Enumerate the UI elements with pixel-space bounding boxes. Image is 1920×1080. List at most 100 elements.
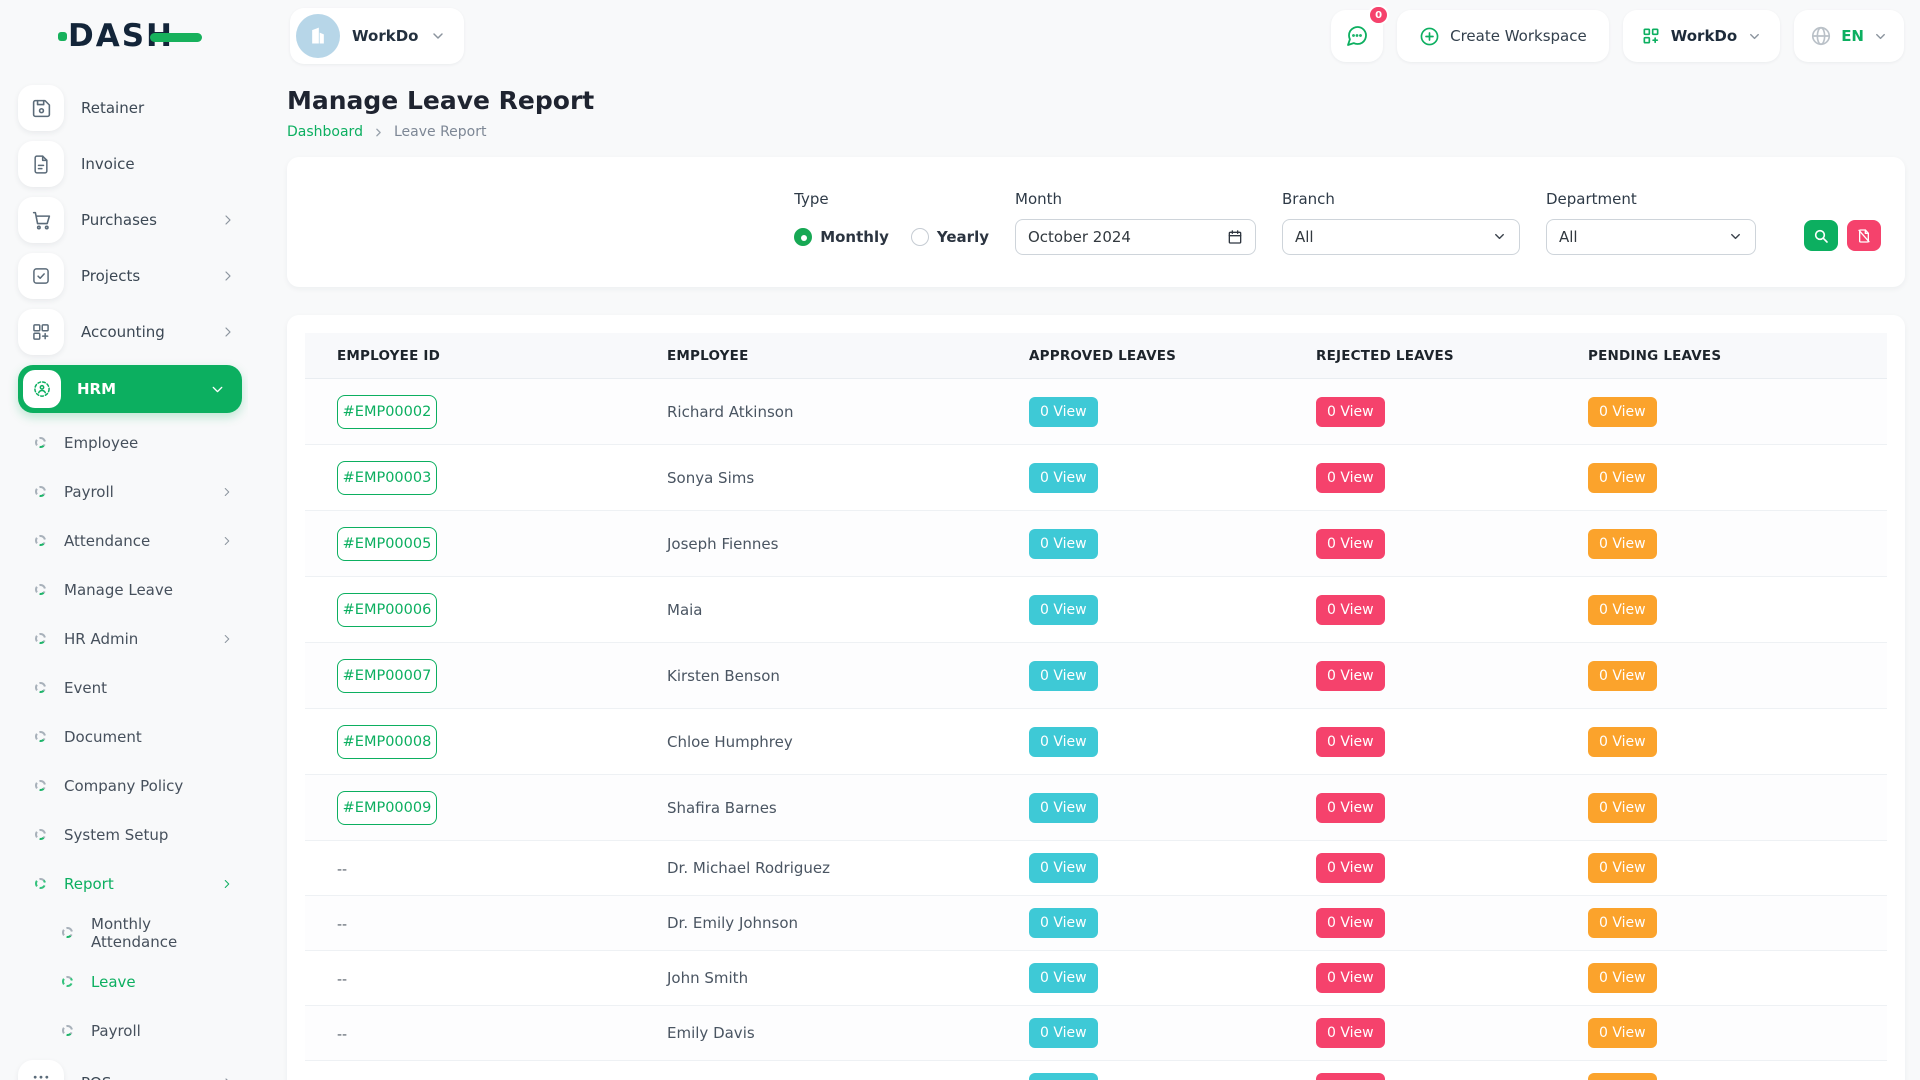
- rejected-leaves-view-badge[interactable]: 0 View: [1316, 397, 1385, 427]
- sidebar-subitem-company-policy[interactable]: Company Policy: [18, 761, 248, 810]
- chevron-down-icon: [1873, 29, 1888, 44]
- language-selector[interactable]: EN: [1794, 10, 1904, 62]
- rejected-leaves-view-badge[interactable]: 0 View: [1316, 853, 1385, 883]
- chevron-right-icon: [220, 485, 234, 499]
- approved-leaves-view-badge[interactable]: 0 View: [1029, 397, 1098, 427]
- sidebar-subitem-manage-leave[interactable]: Manage Leave: [18, 565, 248, 614]
- radio-yearly[interactable]: Yearly: [911, 228, 989, 246]
- search-button[interactable]: [1804, 220, 1838, 251]
- rejected-leaves-view-badge[interactable]: 0 View: [1316, 595, 1385, 625]
- sidebar-subitem-employee[interactable]: Employee: [18, 418, 248, 467]
- sidebar-subsubitem-monthly-attendance[interactable]: Monthly Attendance: [18, 908, 248, 957]
- sidebar-subitem-attendance[interactable]: Attendance: [18, 516, 248, 565]
- rejected-leaves-view-badge[interactable]: 0 View: [1316, 1018, 1385, 1048]
- pending-leaves-view-badge[interactable]: 0 View: [1588, 793, 1657, 823]
- sidebar-subitem-payroll[interactable]: Payroll: [18, 467, 248, 516]
- table-row: #EMP00005 Joseph Fiennes 0 View 0 View 0…: [305, 511, 1887, 577]
- pending-leaves-view-badge[interactable]: 0 View: [1588, 908, 1657, 938]
- sidebar-item-invoice[interactable]: Invoice: [18, 136, 248, 192]
- employee-id-badge[interactable]: #EMP00003: [337, 461, 437, 495]
- approved-leaves-view-badge[interactable]: 0 View: [1029, 463, 1098, 493]
- approved-leaves-view-badge[interactable]: 0 View: [1029, 908, 1098, 938]
- employee-name: Dr. Michael Rodriguez: [667, 859, 1029, 877]
- floppy-icon: [18, 85, 64, 131]
- dashed-ring-icon: [35, 437, 46, 448]
- topbar: DASH WorkDo 0: [0, 0, 1920, 72]
- approved-leaves-view-badge[interactable]: 0 View: [1029, 853, 1098, 883]
- sidebar-item-projects[interactable]: Projects: [18, 248, 248, 304]
- approved-leaves-view-badge[interactable]: 0 View: [1029, 661, 1098, 691]
- approved-leaves-view-badge[interactable]: 0 View: [1029, 727, 1098, 757]
- rejected-leaves-view-badge[interactable]: 0 View: [1316, 463, 1385, 493]
- export-off-button[interactable]: [1847, 220, 1881, 251]
- employee-id-badge[interactable]: #EMP00008: [337, 725, 437, 759]
- chevron-down-icon: [1728, 229, 1743, 244]
- employee-id-badge[interactable]: #EMP00002: [337, 395, 437, 429]
- approved-leaves-view-badge[interactable]: 0 View: [1029, 1073, 1098, 1080]
- workspace-dropdown-label: WorkDo: [1671, 27, 1737, 45]
- workspace-selector[interactable]: WorkDo: [290, 8, 464, 64]
- logo-accent-dot: [58, 32, 67, 41]
- app-logo[interactable]: DASH: [68, 18, 174, 54]
- sidebar: Retainer Invoice Purchases Projects Acco…: [0, 72, 248, 1080]
- rejected-leaves-view-badge[interactable]: 0 View: [1316, 793, 1385, 823]
- rejected-leaves-view-badge[interactable]: 0 View: [1316, 908, 1385, 938]
- chevron-down-icon: [1492, 229, 1507, 244]
- breadcrumb-current: Leave Report: [394, 124, 487, 140]
- main-content: Manage Leave Report Dashboard Leave Repo…: [248, 72, 1920, 1080]
- department-select[interactable]: All: [1546, 219, 1756, 255]
- rejected-leaves-view-badge[interactable]: 0 View: [1316, 963, 1385, 993]
- pending-leaves-view-badge[interactable]: 0 View: [1588, 1018, 1657, 1048]
- sidebar-subitem-event[interactable]: Event: [18, 663, 248, 712]
- sidebar-item-pos[interactable]: POS: [18, 1055, 248, 1080]
- employee-id-badge[interactable]: #EMP00007: [337, 659, 437, 693]
- employee-id-badge[interactable]: #EMP00006: [337, 593, 437, 627]
- radio-yearly-dot[interactable]: [911, 228, 929, 246]
- sidebar-subitem-document[interactable]: Document: [18, 712, 248, 761]
- sidebar-item-purchases[interactable]: Purchases: [18, 192, 248, 248]
- sidebar-item-accounting[interactable]: Accounting: [18, 304, 248, 360]
- messages-button[interactable]: 0: [1331, 10, 1383, 62]
- create-workspace-button[interactable]: Create Workspace: [1397, 10, 1609, 62]
- workspace-dropdown[interactable]: WorkDo: [1623, 10, 1780, 62]
- cart-icon: [18, 197, 64, 243]
- pending-leaves-view-badge[interactable]: 0 View: [1588, 727, 1657, 757]
- month-input[interactable]: October 2024: [1015, 219, 1256, 255]
- rejected-leaves-view-badge[interactable]: 0 View: [1316, 1073, 1385, 1080]
- employee-id-badge[interactable]: #EMP00005: [337, 527, 437, 561]
- pending-leaves-view-badge[interactable]: 0 View: [1588, 963, 1657, 993]
- breadcrumb-dashboard-link[interactable]: Dashboard: [287, 124, 363, 140]
- filter-actions: [1804, 220, 1881, 251]
- approved-leaves-view-badge[interactable]: 0 View: [1029, 595, 1098, 625]
- approved-leaves-view-badge[interactable]: 0 View: [1029, 963, 1098, 993]
- branch-select[interactable]: All: [1282, 219, 1520, 255]
- radio-monthly[interactable]: Monthly: [794, 228, 889, 246]
- chevron-right-icon: [220, 632, 234, 646]
- department-filter-label: Department: [1546, 190, 1778, 208]
- approved-leaves-view-badge[interactable]: 0 View: [1029, 1018, 1098, 1048]
- approved-leaves-view-badge[interactable]: 0 View: [1029, 793, 1098, 823]
- table-row: -- Dr. Emily Johnson 0 View 0 View 0 Vie…: [305, 896, 1887, 951]
- sidebar-subitem-system-setup[interactable]: System Setup: [18, 810, 248, 859]
- sidebar-item-hrm[interactable]: HRM: [18, 365, 242, 413]
- employee-id-badge[interactable]: #EMP00009: [337, 791, 437, 825]
- sidebar-subsubitem-leave[interactable]: Leave: [18, 957, 248, 1006]
- pending-leaves-view-badge[interactable]: 0 View: [1588, 463, 1657, 493]
- pending-leaves-view-badge[interactable]: 0 View: [1588, 1073, 1657, 1080]
- rejected-leaves-view-badge[interactable]: 0 View: [1316, 529, 1385, 559]
- pending-leaves-view-badge[interactable]: 0 View: [1588, 397, 1657, 427]
- rejected-leaves-view-badge[interactable]: 0 View: [1316, 727, 1385, 757]
- pending-leaves-view-badge[interactable]: 0 View: [1588, 661, 1657, 691]
- approved-leaves-view-badge[interactable]: 0 View: [1029, 529, 1098, 559]
- pending-leaves-view-badge[interactable]: 0 View: [1588, 853, 1657, 883]
- sidebar-subitem-hr-admin[interactable]: HR Admin: [18, 614, 248, 663]
- pending-leaves-view-badge[interactable]: 0 View: [1588, 529, 1657, 559]
- radio-monthly-dot[interactable]: [794, 228, 812, 246]
- pending-leaves-view-badge[interactable]: 0 View: [1588, 595, 1657, 625]
- sidebar-subsubitem-payroll[interactable]: Payroll: [18, 1006, 248, 1055]
- branch-filter-group: Branch All: [1282, 190, 1520, 255]
- dashed-ring-icon: [35, 829, 46, 840]
- rejected-leaves-view-badge[interactable]: 0 View: [1316, 661, 1385, 691]
- sidebar-subitem-report[interactable]: Report: [18, 859, 248, 908]
- sidebar-item-retainer[interactable]: Retainer: [18, 80, 248, 136]
